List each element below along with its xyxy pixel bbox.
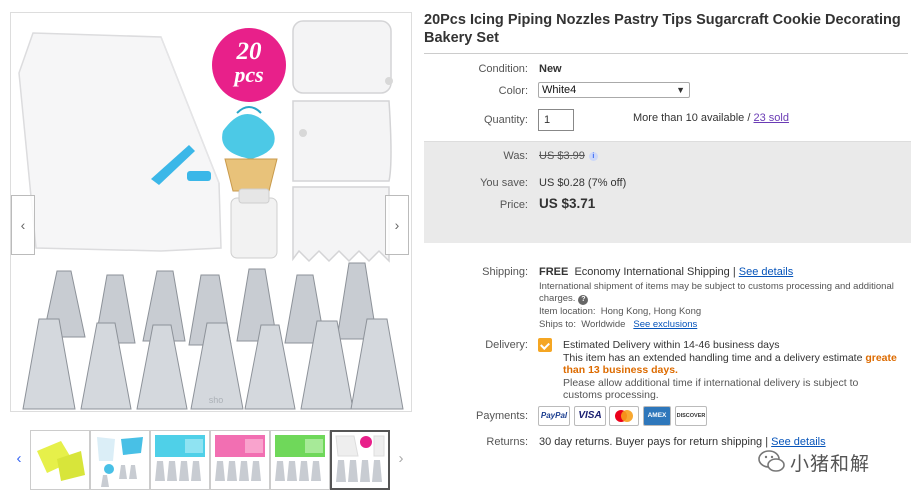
visa-text: VISA [578, 410, 602, 421]
paypal-badge: PayPal [538, 406, 570, 426]
mastercard-icon [615, 410, 633, 422]
location-value: Hong Kong, Hong Kong [600, 306, 702, 317]
handling-text: This item has an extended handling time … [563, 351, 863, 364]
item-location: Item location: Hong Kong, Hong Kong [539, 306, 701, 317]
thumbnail-image [335, 435, 385, 482]
thumbs-prev-button[interactable]: ‹ [12, 446, 26, 472]
shipping-see-details-link[interactable]: See details [739, 266, 793, 278]
see-exclusions-link[interactable]: See exclusions [633, 319, 697, 330]
was-price-value: US $3.99 [539, 150, 585, 162]
handling-highlight-2: than 13 business days. [563, 364, 678, 376]
thumbnail-4[interactable] [210, 430, 270, 490]
mastercard-badge [609, 406, 639, 426]
delivery-note-line-2: customs processing. [563, 389, 659, 401]
handling-highlight-1: greate [865, 351, 897, 364]
quantity-label: Quantity: [483, 114, 528, 126]
product-photo: 20 pcs sho [18, 20, 404, 410]
chevron-left-icon: ‹ [20, 217, 26, 233]
delivery-note-line-1: Please allow additional time if internat… [563, 376, 859, 389]
was-price: US $3.99 i [539, 150, 598, 162]
chevron-down-icon: ▼ [676, 85, 685, 95]
amex-badge: AMEX [643, 406, 671, 426]
returns-text: 30 day returns. Buyer pays for return sh… [539, 436, 769, 448]
main-product-image[interactable]: 20 pcs sho ‹ › [10, 12, 412, 412]
thumbnail-image [215, 435, 265, 481]
color-label: Color: [498, 85, 528, 97]
customs-line-2: charges. [539, 293, 576, 304]
availability-count: More than 10 available / [633, 112, 751, 124]
amex-text: AMEX [647, 412, 667, 419]
chevron-right-icon: › [398, 450, 404, 467]
svg-text:pcs: pcs [232, 62, 263, 87]
delivery-truck-icon [538, 338, 552, 352]
help-icon[interactable]: ? [578, 295, 589, 305]
pcs-badge: 20 pcs [212, 28, 286, 102]
discover-badge: DISCOVER [675, 406, 707, 426]
visa-badge: VISA [574, 406, 606, 426]
thumbnail-image [37, 441, 85, 481]
thumbnail-1[interactable] [30, 430, 90, 490]
condition-label: Condition: [478, 63, 528, 75]
thumbnail-3[interactable] [150, 430, 210, 490]
sold-count-link[interactable]: 23 sold [753, 112, 788, 124]
watermark-text: 小猪和解 [790, 453, 871, 475]
thumbnail-image [97, 437, 143, 487]
shipping-method: Economy International Shipping | [574, 266, 736, 278]
shipping-label: Shipping: [482, 266, 528, 278]
condition-value: New [539, 63, 562, 75]
ships-to-value: Worldwide [581, 319, 626, 330]
delivery-info: Estimated Delivery within 14-46 business… [563, 339, 911, 402]
price-value: US $3.71 [539, 196, 596, 211]
thumbnail-image [155, 435, 205, 481]
product-title: 20Pcs Icing Piping Nozzles Pastry Tips S… [424, 12, 901, 46]
customs-note: International shipment of items may be s… [539, 281, 909, 305]
was-label: Was: [503, 150, 528, 162]
thumbs-next-button[interactable]: › [394, 446, 408, 472]
thumbnail-2[interactable] [90, 430, 150, 490]
discover-text: DISCOVER [676, 413, 706, 419]
customs-line-1: International shipment of items may be s… [539, 281, 894, 292]
you-save-value: US $0.28 (7% off) [539, 177, 627, 189]
returns-label: Returns: [486, 436, 528, 448]
shipping-summary: FREE Economy International Shipping | Se… [539, 266, 793, 278]
delivery-label: Delivery: [485, 339, 528, 351]
gallery-prev-button[interactable]: ‹ [11, 195, 35, 255]
price-label: Price: [499, 199, 528, 211]
thumbnail-6[interactable] [330, 430, 390, 490]
title-divider [424, 53, 908, 54]
svg-text:20: 20 [236, 38, 263, 65]
ships-to: Ships to: Worldwide See exclusions [539, 319, 697, 330]
chevron-right-icon: › [394, 217, 400, 233]
svg-text:sho: sho [209, 395, 224, 405]
color-selected-value: White4 [542, 84, 577, 96]
thumbnail-image [275, 435, 325, 481]
availability-text: More than 10 available / 23 sold [633, 112, 789, 124]
chevron-left-icon: ‹ [16, 450, 22, 467]
thumbnail-strip: ‹ › [10, 428, 410, 492]
ships-to-label: Ships to: [539, 319, 576, 330]
you-save-label: You save: [480, 177, 528, 189]
gallery-next-button[interactable]: › [385, 195, 409, 255]
thumbnail-5[interactable] [270, 430, 330, 490]
quantity-input[interactable]: 1 [538, 109, 574, 131]
location-label: Item location: [539, 306, 596, 317]
shipping-free: FREE [539, 266, 569, 278]
delivery-estimate: Estimated Delivery within 14-46 business… [563, 339, 780, 351]
info-icon[interactable]: i [588, 152, 598, 161]
wechat-watermark-icon [758, 450, 785, 472]
payments-label: Payments: [476, 410, 528, 422]
paypal-text: PayPal [540, 411, 568, 420]
color-select[interactable]: White4 ▼ [538, 82, 690, 98]
